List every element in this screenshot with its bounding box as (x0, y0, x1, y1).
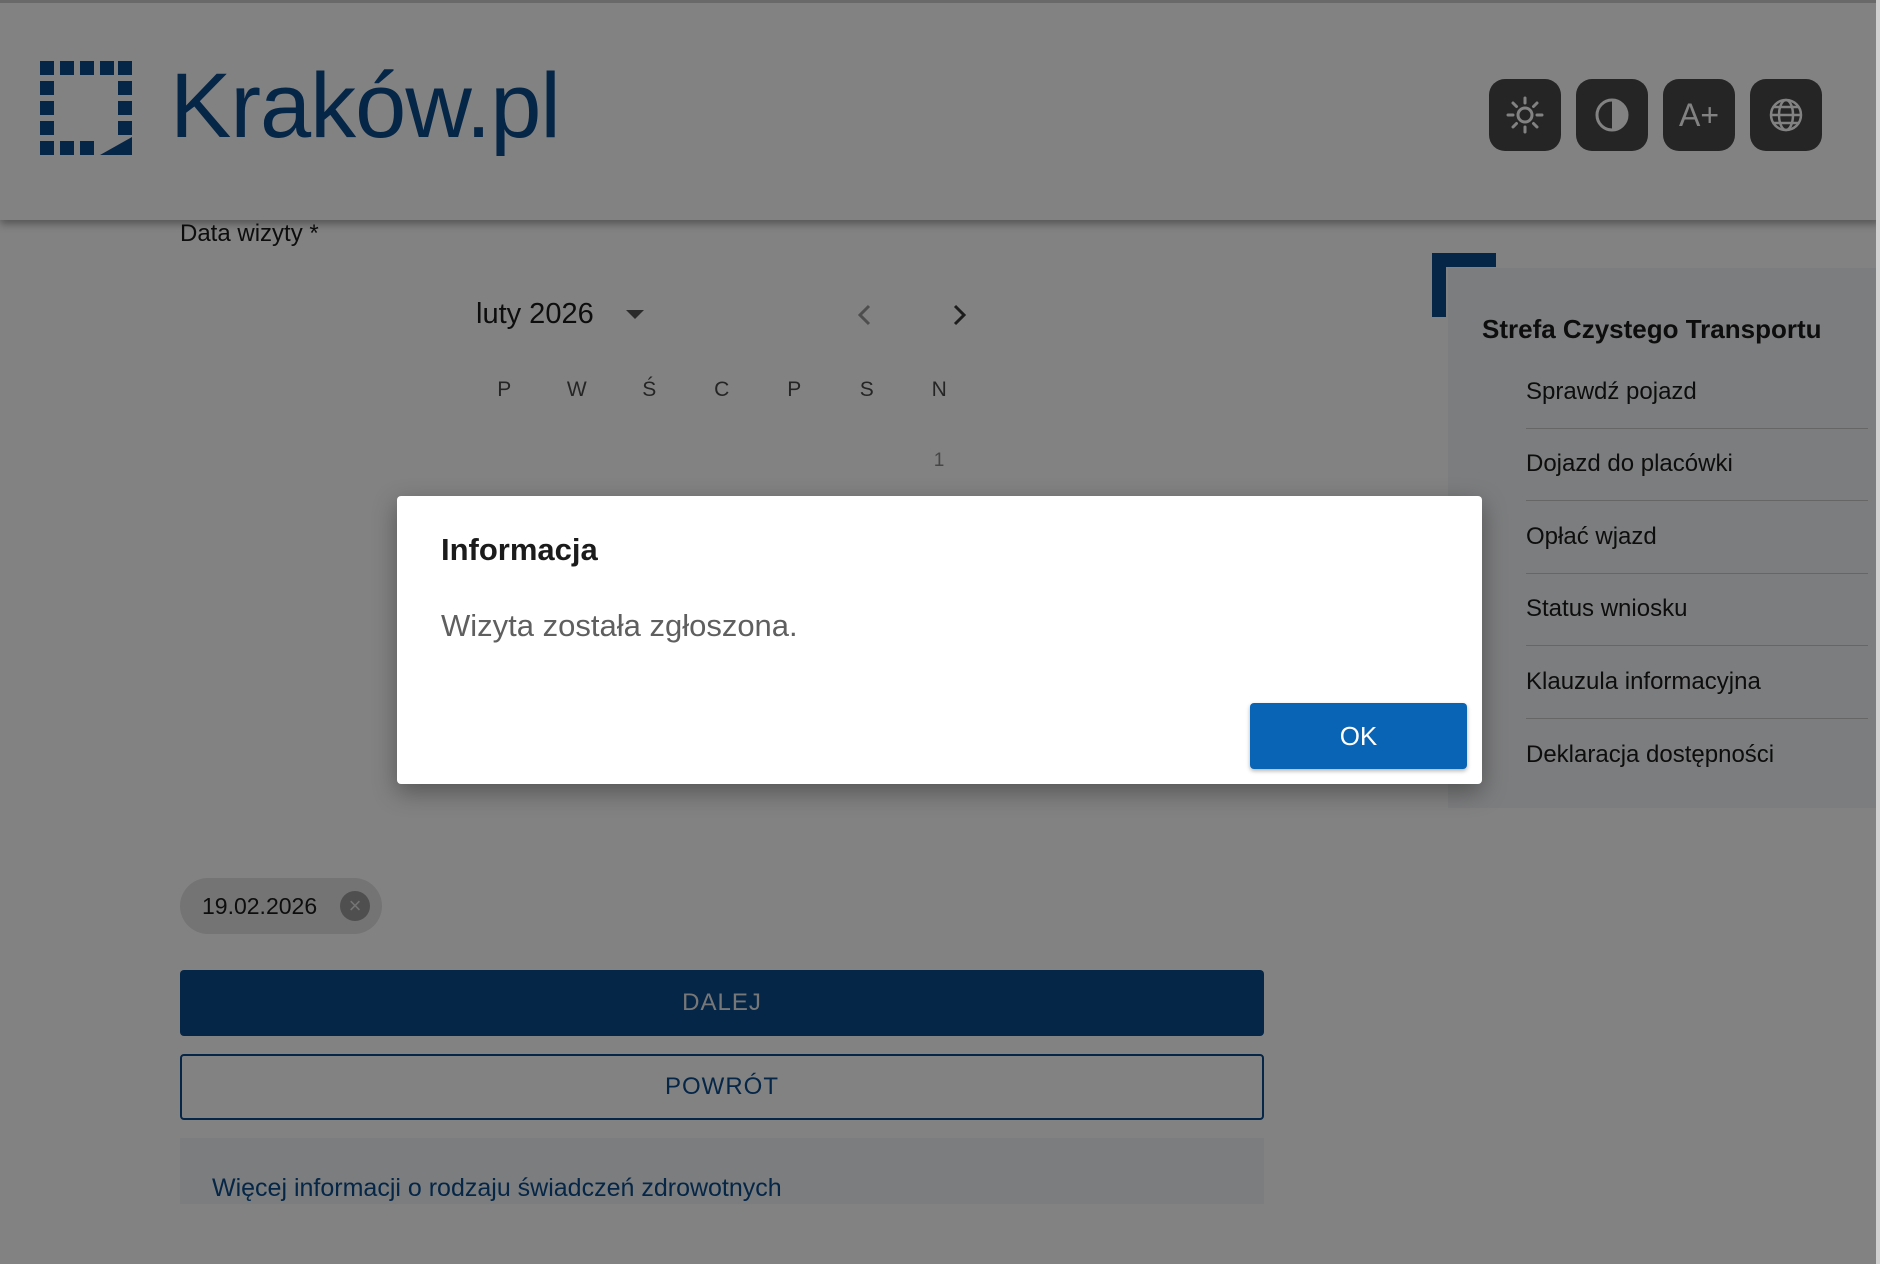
dialog-title: Informacja (441, 532, 598, 567)
info-dialog: Informacja Wizyta została zgłoszona. OK (397, 496, 1482, 784)
dialog-message: Wizyta została zgłoszona. (441, 608, 798, 643)
ok-button[interactable]: OK (1250, 703, 1467, 769)
window-edge (1876, 0, 1880, 1264)
